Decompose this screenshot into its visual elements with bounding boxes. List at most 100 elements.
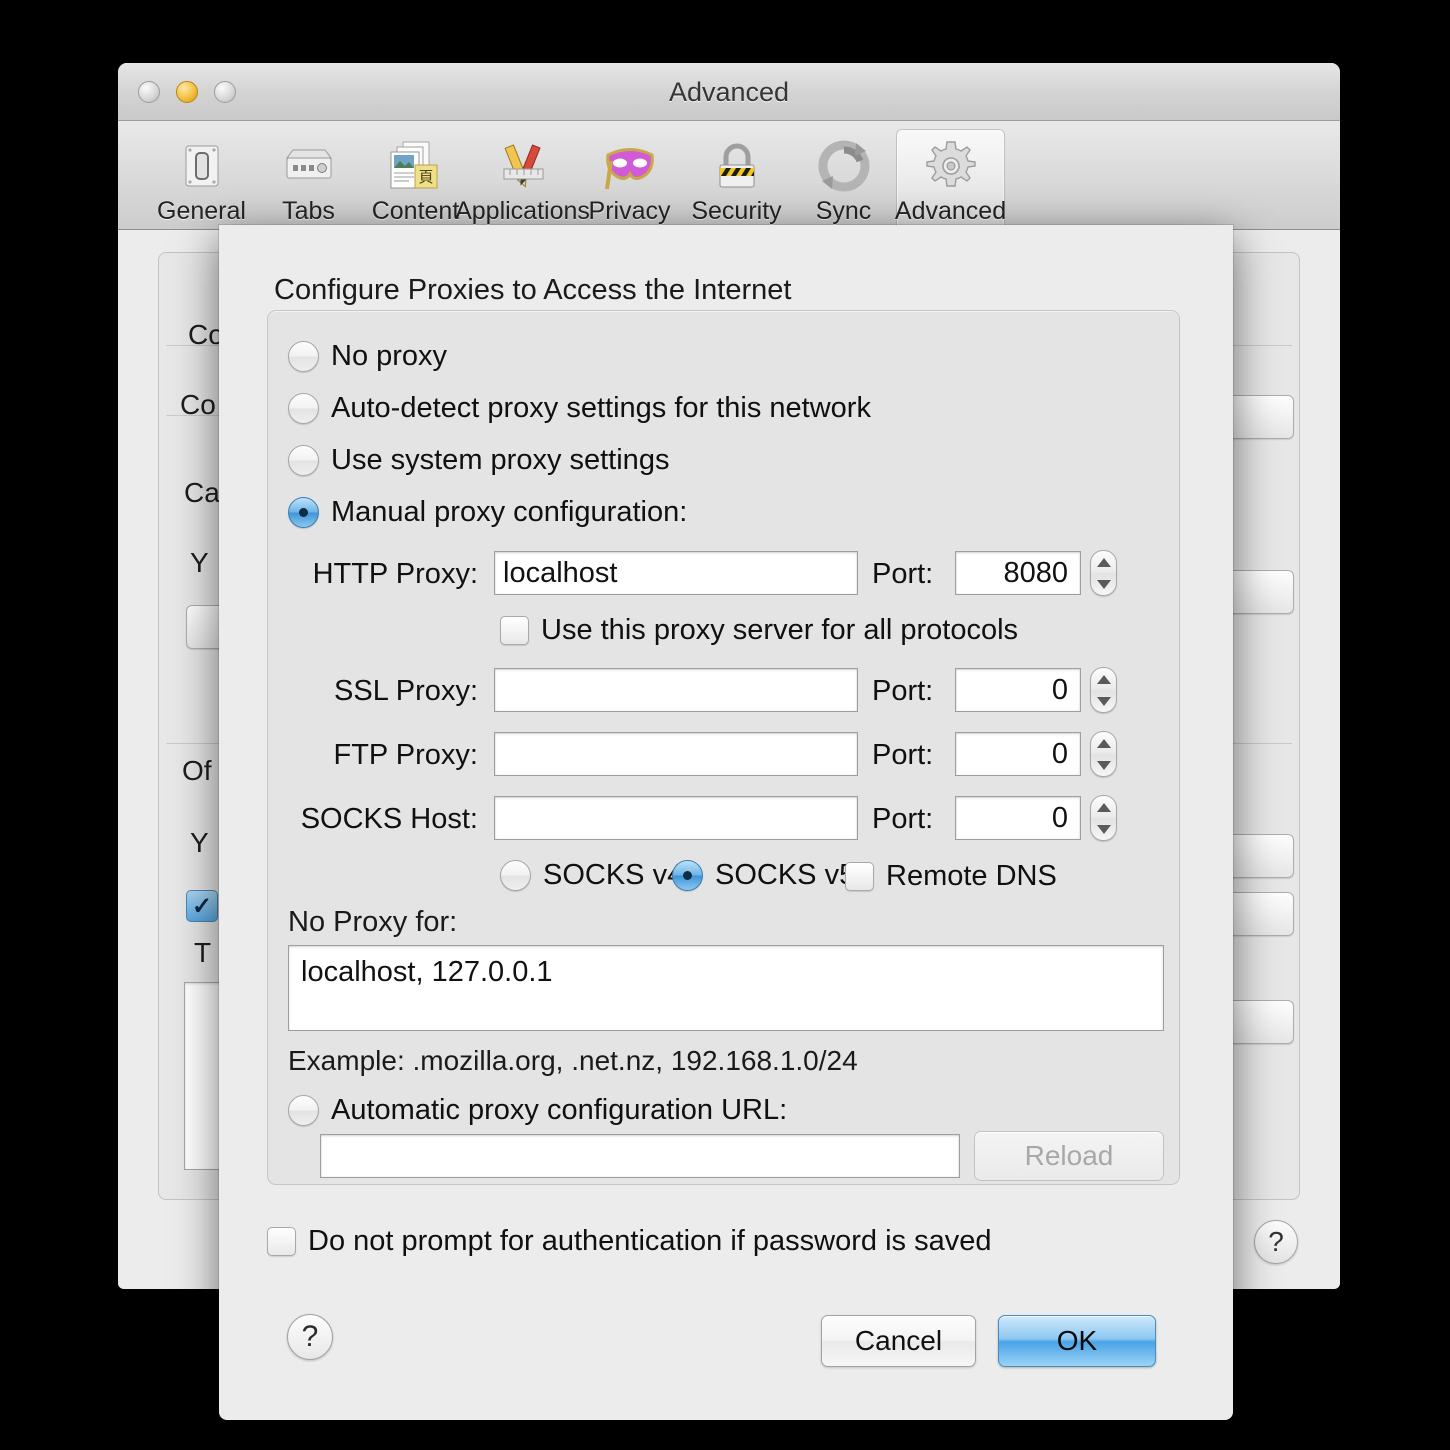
- radio-label: Manual proxy configuration:: [331, 496, 688, 528]
- toolbar-item-sync[interactable]: Sync: [790, 130, 897, 229]
- toolbar-item-label: Sync: [815, 197, 872, 225]
- sheet-title: Configure Proxies to Access the Internet: [274, 274, 792, 306]
- no-proxy-textarea[interactable]: localhost, 127.0.0.1: [288, 945, 1164, 1031]
- svg-text:頁: 頁: [418, 168, 433, 186]
- no-proxy-label: No Proxy for:: [288, 906, 458, 938]
- proxy-settings-sheet: Configure Proxies to Access the Internet…: [219, 225, 1233, 1420]
- sync-arrows-icon: [813, 137, 875, 195]
- toolbar-item-label: Content: [371, 197, 460, 225]
- tabs-icon: [278, 137, 340, 195]
- radio-label: Automatic proxy configuration URL:: [331, 1094, 788, 1126]
- socks-port-input[interactable]: 0: [955, 796, 1081, 840]
- preferences-toolbar: General Tabs 頁 Content Applications Priv…: [118, 121, 1340, 230]
- stepper-up-icon[interactable]: [1096, 738, 1111, 748]
- radio-label: Use system proxy settings: [331, 444, 670, 476]
- http-port-input[interactable]: 8080: [955, 551, 1081, 595]
- ftp-proxy-input[interactable]: [494, 732, 858, 776]
- stepper-up-icon[interactable]: [1096, 802, 1111, 812]
- pane-help-button[interactable]: ?: [1254, 1220, 1298, 1264]
- stepper-up-icon[interactable]: [1096, 674, 1111, 684]
- radio-socks-v4[interactable]: SOCKS v4: [500, 859, 683, 892]
- toolbar-item-label: Security: [691, 197, 782, 225]
- security-padlock-icon: [706, 137, 768, 195]
- radio-indicator: [672, 860, 703, 891]
- checkbox-indicator: [500, 616, 529, 645]
- stepper-down-icon[interactable]: [1096, 760, 1111, 770]
- advanced-gear-icon: [920, 137, 982, 195]
- toolbar-item-applications[interactable]: Applications: [455, 130, 590, 229]
- toolbar-item-advanced[interactable]: Advanced: [894, 130, 1007, 229]
- checkbox-all-protocols[interactable]: Use this proxy server for all protocols: [500, 614, 1018, 647]
- checkbox-label: Remote DNS: [886, 860, 1057, 892]
- stepper-up-icon[interactable]: [1096, 557, 1111, 567]
- pane-label-1: Co: [180, 389, 216, 420]
- radio-no-proxy[interactable]: No proxy: [288, 340, 447, 373]
- radio-label: SOCKS v4: [543, 859, 684, 891]
- toolbar-item-label: Privacy: [588, 197, 671, 225]
- checkbox-indicator: [845, 862, 874, 891]
- socks-host-label: SOCKS Host:: [300, 803, 478, 835]
- checkbox-remote-dns[interactable]: Remote DNS: [845, 860, 1057, 893]
- radio-system-proxy[interactable]: Use system proxy settings: [288, 444, 669, 477]
- radio-label: Auto-detect proxy settings for this netw…: [331, 392, 871, 424]
- http-proxy-label: HTTP Proxy:: [312, 558, 478, 590]
- toolbar-item-label: Applications: [455, 197, 590, 225]
- checkbox-do-not-prompt[interactable]: Do not prompt for authentication if pass…: [267, 1225, 991, 1258]
- pane-label-4: Of: [182, 755, 212, 786]
- http-proxy-input[interactable]: localhost: [494, 551, 858, 595]
- socks-port-stepper[interactable]: [1090, 795, 1117, 841]
- socks-host-input[interactable]: [494, 796, 858, 840]
- toolbar-item-content[interactable]: 頁 Content: [362, 130, 469, 229]
- sheet-help-button[interactable]: ?: [287, 1314, 333, 1360]
- radio-indicator: [500, 860, 531, 891]
- stepper-down-icon[interactable]: [1096, 579, 1111, 589]
- http-port-stepper[interactable]: [1090, 550, 1117, 596]
- cancel-button[interactable]: Cancel: [821, 1315, 976, 1367]
- ssl-proxy-input[interactable]: [494, 668, 858, 712]
- radio-auto-config-url[interactable]: Automatic proxy configuration URL:: [288, 1094, 787, 1127]
- socks-port-label: Port:: [872, 803, 934, 835]
- radio-auto-detect[interactable]: Auto-detect proxy settings for this netw…: [288, 392, 871, 425]
- ssl-port-stepper[interactable]: [1090, 667, 1117, 713]
- checkbox-label: Use this proxy server for all protocols: [541, 614, 1019, 646]
- no-proxy-example: Example: .mozilla.org, .net.nz, 192.168.…: [288, 1045, 858, 1076]
- toolbar-item-label: Tabs: [282, 197, 335, 225]
- radio-indicator: [288, 393, 319, 424]
- content-documents-icon: 頁: [385, 137, 447, 195]
- ftp-proxy-label: FTP Proxy:: [333, 739, 479, 771]
- stepper-down-icon[interactable]: [1096, 824, 1111, 834]
- ftp-port-stepper[interactable]: [1090, 731, 1117, 777]
- ok-button[interactable]: OK: [998, 1315, 1156, 1367]
- toolbar-item-general[interactable]: General: [148, 130, 255, 229]
- pane-label-2: Ca: [184, 477, 220, 508]
- radio-manual-proxy[interactable]: Manual proxy configuration:: [288, 496, 687, 529]
- toolbar-item-security[interactable]: Security: [683, 130, 790, 229]
- toolbar-item-label: General: [157, 197, 246, 225]
- http-port-label: Port:: [872, 558, 934, 590]
- toolbar-item-privacy[interactable]: Privacy: [576, 130, 683, 229]
- screen: Advanced General Tabs 頁 Content Applicat…: [0, 0, 1450, 1450]
- stepper-down-icon[interactable]: [1096, 696, 1111, 706]
- ftp-port-input[interactable]: 0: [955, 732, 1081, 776]
- privacy-mask-icon: [599, 137, 661, 195]
- toolbar-item-label: Advanced: [894, 197, 1007, 225]
- pane-label-5: Y: [190, 827, 209, 858]
- checkbox-indicator: [267, 1227, 296, 1256]
- ftp-port-label: Port:: [872, 739, 934, 771]
- general-switch-icon: [171, 137, 233, 195]
- radio-indicator: [288, 497, 319, 528]
- checkbox-label: Do not prompt for authentication if pass…: [308, 1225, 992, 1257]
- ssl-port-input[interactable]: 0: [955, 668, 1081, 712]
- pane-label-3: Y: [190, 547, 209, 578]
- pane-ghost-checkbox[interactable]: ✓: [186, 890, 218, 922]
- radio-socks-v5[interactable]: SOCKS v5: [672, 859, 855, 892]
- auto-config-url-input[interactable]: [320, 1134, 960, 1178]
- radio-indicator: [288, 445, 319, 476]
- reload-button[interactable]: Reload: [974, 1131, 1164, 1181]
- radio-label: No proxy: [331, 340, 448, 372]
- ssl-proxy-label: SSL Proxy:: [334, 675, 478, 707]
- window-titlebar: Advanced: [118, 63, 1340, 121]
- applications-pencil-ruler-icon: [492, 137, 554, 195]
- ssl-port-label: Port:: [872, 675, 934, 707]
- toolbar-item-tabs[interactable]: Tabs: [255, 130, 362, 229]
